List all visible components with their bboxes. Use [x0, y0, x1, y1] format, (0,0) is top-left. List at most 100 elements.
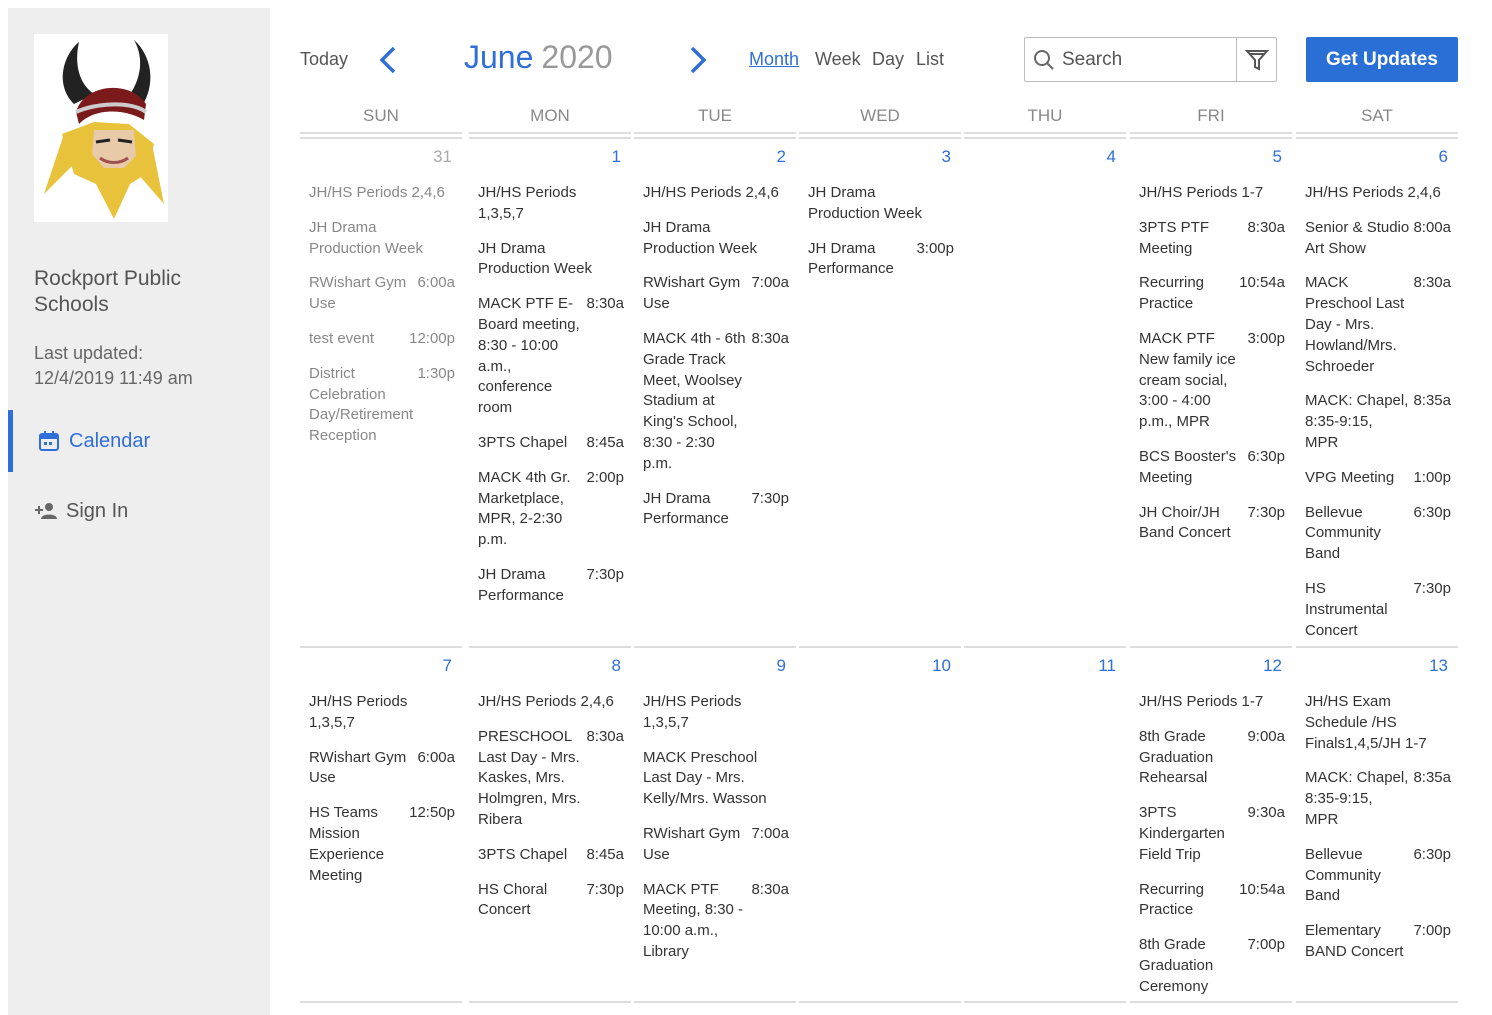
calendar-event[interactable]: Recurring Practice 10:54a [1139, 273, 1285, 315]
get-updates-button[interactable]: Get Updates [1306, 37, 1458, 82]
calendar-event[interactable]: MACK PTF Meeting, 8:30 - 10:00 a.m., Lib… [643, 880, 789, 963]
view-list-link[interactable]: List [916, 49, 944, 70]
event-title: HS Choral Concert [478, 880, 548, 919]
calendar-event[interactable]: HS Instrumental Concert 7:30p [1305, 579, 1451, 641]
calendar-event[interactable]: MACK Preschool Last Day - Mrs. Kelly/Mrs… [643, 748, 789, 810]
calendar-event[interactable]: Elementary BAND Concert 7:00p [1305, 921, 1451, 963]
day-number[interactable]: 10 [932, 656, 951, 676]
calendar-event[interactable]: 3PTS Chapel 8:45a [478, 845, 624, 866]
calendar-event[interactable]: JH/HS Exam Schedule /HS Finals1,4,5/JH 1… [1305, 692, 1451, 754]
sidebar-item-sign-in[interactable]: Sign In [8, 480, 270, 542]
event-list: JH/HS Periods 1-7 8th Grade Graduation Re… [1139, 692, 1285, 1012]
calendar-event[interactable]: MACK 4th - 6th Grade Track Meet, Woolsey… [643, 329, 789, 475]
event-time: 6:00a [417, 274, 455, 292]
calendar-event[interactable]: HS Choral Concert 7:30p [478, 880, 624, 922]
day-number[interactable]: 5 [1273, 147, 1282, 167]
calendar-event[interactable]: Bellevue Community Band 6:30p [1305, 503, 1451, 565]
calendar-event[interactable]: MACK PTF E-Board meeting, 8:30 - 10:00 a… [478, 294, 624, 419]
day-number[interactable]: 1 [612, 147, 621, 167]
day-number[interactable]: 9 [777, 656, 786, 676]
day-number[interactable]: 3 [942, 147, 951, 167]
day-number[interactable]: 31 [433, 147, 452, 167]
calendar-event[interactable]: JH/HS Periods 2,4,6 [1305, 183, 1451, 204]
calendar-event[interactable]: test event 12:00p [309, 329, 455, 350]
calendar-event[interactable]: RWishart Gym Use 7:00a [643, 824, 789, 866]
calendar-event[interactable]: JH/HS Periods 1,3,5,7 [478, 183, 624, 225]
event-time: 7:00p [1413, 922, 1451, 940]
calendar-event[interactable]: JH/HS Periods 2,4,6 [309, 183, 455, 204]
calendar-event[interactable]: JH Drama Production Week [478, 239, 624, 281]
header-divider [469, 132, 631, 134]
day-cell: 7 JH/HS Periods 1,3,5,7 RWishart Gym Use 6:… [300, 646, 462, 998]
calendar-event[interactable]: Bellevue Community Band 6:30p [1305, 845, 1451, 907]
calendar-event[interactable]: JH/HS Periods 1-7 [1139, 183, 1285, 204]
calendar-event[interactable]: JH Drama Performance 7:30p [643, 489, 789, 531]
calendar-event[interactable]: VPG Meeting 1:00p [1305, 468, 1451, 489]
sidebar-item-calendar[interactable]: Calendar [8, 410, 270, 472]
search-input[interactable] [1062, 46, 1258, 74]
calendar-event[interactable]: JH/HS Periods 2,4,6 [478, 692, 624, 713]
calendar-event[interactable]: JH/HS Periods 1,3,5,7 [309, 692, 455, 734]
event-time: 12:50p [409, 804, 455, 822]
event-time: 10:54a [1239, 274, 1285, 292]
event-title: JH/HS Periods 1-7 [1139, 184, 1264, 201]
calendar-event[interactable]: JH/HS Periods 1-7 [1139, 692, 1285, 713]
event-title: Recurring Practice [1139, 274, 1205, 313]
view-month-link[interactable]: Month [749, 49, 799, 70]
day-number[interactable]: 2 [777, 147, 786, 167]
view-day-link[interactable]: Day [872, 49, 904, 70]
calendar-event[interactable]: JH Drama Performance 7:30p [478, 565, 624, 607]
event-time: 8:30a [751, 880, 789, 898]
calendar-event[interactable]: JH Choir/JH Band Concert 7:30p [1139, 503, 1285, 545]
calendar-event[interactable]: JH Drama Performance 3:00p [808, 239, 954, 281]
calendar-event[interactable]: MACK: Chapel, 8:35-9:15, MPR 8:35a [1305, 768, 1451, 830]
event-title: JH/HS Periods 1,3,5,7 [309, 693, 408, 731]
calendar-event[interactable]: 3PTS Kindergarten Field Trip 9:30a [1139, 803, 1285, 865]
header-divider [1296, 132, 1458, 134]
day-cell: 5 JH/HS Periods 1-7 3PTS PTF Meeting 8:30a R… [1130, 137, 1292, 643]
view-week-link[interactable]: Week [815, 49, 861, 70]
day-number[interactable]: 11 [1098, 656, 1116, 676]
filter-button[interactable] [1236, 38, 1276, 81]
day-number[interactable]: 6 [1439, 147, 1448, 167]
calendar-event[interactable]: JH/HS Periods 1,3,5,7 [643, 692, 789, 734]
previous-month-button[interactable] [376, 44, 400, 76]
calendar-event[interactable]: 8th Grade Graduation Rehearsal 9:00a [1139, 727, 1285, 789]
day-cell: 6 JH/HS Periods 2,4,6 Senior & Studio Art … [1296, 137, 1458, 643]
calendar-event[interactable]: JH Drama Production Week [309, 218, 455, 260]
weekday-header: MON [530, 106, 570, 125]
calendar-event[interactable]: HS Teams Mission Experience Meeting 12:50… [309, 803, 455, 886]
calendar-event[interactable]: RWishart Gym Use 6:00a [309, 748, 455, 790]
calendar-event[interactable]: BCS Booster's Meeting 6:30p [1139, 447, 1285, 489]
calendar-event[interactable]: RWishart Gym Use 7:00a [643, 273, 789, 315]
event-title: JH/HS Periods 2,4,6 [643, 184, 779, 201]
calendar-event[interactable]: MACK Preschool Last Day - Mrs. Howland/M… [1305, 273, 1451, 377]
day-number[interactable]: 8 [612, 656, 621, 676]
calendar-event[interactable]: 3PTS PTF Meeting 8:30a [1139, 218, 1285, 260]
calendar-event[interactable]: MACK PTF New family ice cream social, 3:… [1139, 329, 1285, 433]
event-title: 8th Grade Graduation Rehearsal [1139, 727, 1214, 787]
event-time: 9:30a [1247, 804, 1285, 822]
event-time: 7:30p [586, 880, 624, 898]
calendar-event[interactable]: District Celebration Day/Retirement Rece… [309, 364, 455, 447]
day-number[interactable]: 12 [1263, 656, 1282, 676]
day-number[interactable]: 7 [443, 656, 452, 676]
event-title: MACK: Chapel, 8:35-9:15, MPR [1305, 769, 1409, 828]
calendar-event[interactable]: Recurring Practice 10:54a [1139, 880, 1285, 922]
day-number[interactable]: 4 [1107, 147, 1116, 167]
calendar-event[interactable]: MACK 4th Gr. Marketplace, MPR, 2-2:30 p.… [478, 468, 624, 551]
calendar-event[interactable]: RWishart Gym Use 6:00a [309, 273, 455, 315]
calendar-event[interactable]: PRESCHOOL Last Day - Mrs. Kaskes, Mrs. H… [478, 727, 624, 831]
calendar-event[interactable]: MACK: Chapel, 8:35-9:15, MPR 8:35a [1305, 391, 1451, 453]
calendar-event[interactable]: Senior & Studio Art Show 8:00a [1305, 218, 1451, 260]
calendar-event[interactable]: 3PTS Chapel 8:45a [478, 433, 624, 454]
calendar-event[interactable]: 8th Grade Graduation Ceremony 7:00p [1139, 935, 1285, 997]
calendar-event[interactable]: JH Drama Production Week [808, 183, 954, 225]
day-number[interactable]: 13 [1429, 656, 1448, 676]
today-button[interactable]: Today [300, 49, 348, 70]
calendar-event[interactable]: JH/HS Periods 2,4,6 [643, 183, 789, 204]
calendar-event[interactable]: JH Drama Production Week [643, 218, 789, 260]
next-month-button[interactable] [686, 44, 710, 76]
school-logo [34, 34, 168, 222]
event-title: MACK: Chapel, 8:35-9:15, MPR [1305, 392, 1409, 451]
